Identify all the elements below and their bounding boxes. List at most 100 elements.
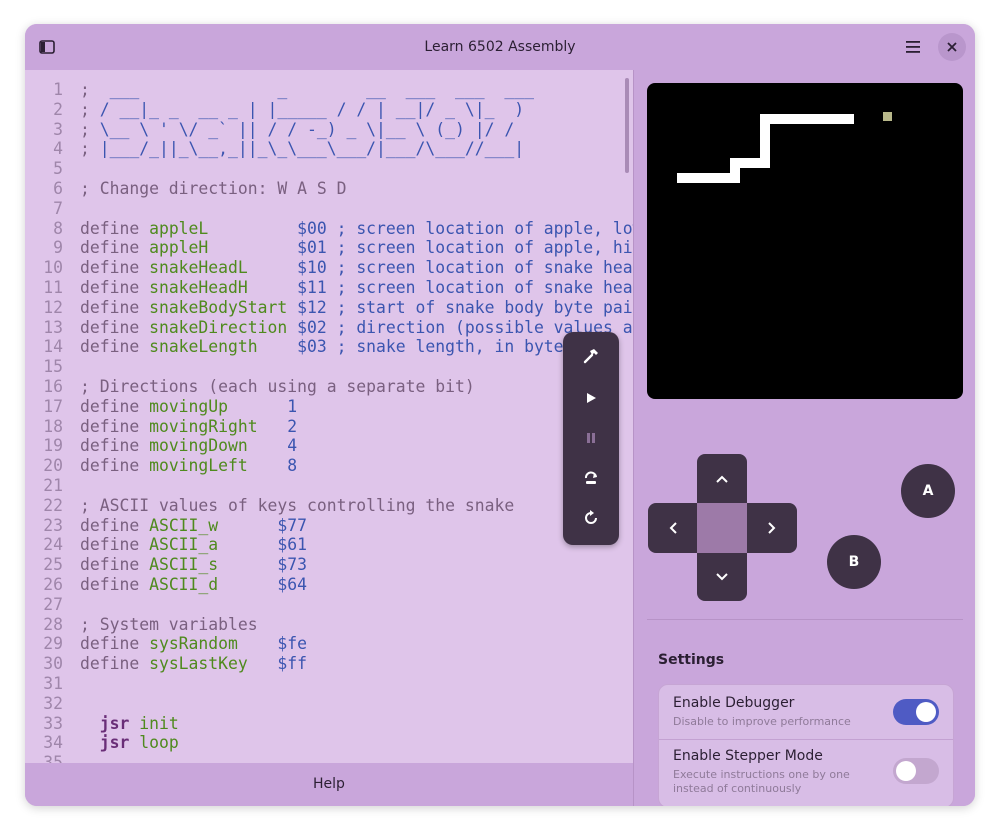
code-token: ASCII_d bbox=[149, 575, 278, 594]
dpad-down-button[interactable] bbox=[697, 553, 747, 601]
chevron-left-icon bbox=[669, 522, 677, 534]
code-token: $01 ; screen location of apple, high byt… bbox=[297, 238, 633, 258]
line-number: 6 bbox=[53, 179, 63, 198]
line-number: 14 bbox=[43, 337, 63, 357]
code-editor[interactable]: 1; ___ _ __ ___ ___ ___ 2 ; / __|_ _ __ _ … bbox=[25, 70, 633, 763]
b-button[interactable]: B bbox=[827, 535, 881, 589]
dpad-right-button[interactable] bbox=[747, 503, 797, 553]
code-text: define ASCII_d $64 bbox=[80, 575, 307, 595]
code-text: define snakeHeadL $10 ; screen location … bbox=[80, 258, 633, 278]
code-token: ; bbox=[80, 119, 100, 139]
code-token: appleL bbox=[149, 218, 298, 238]
dpad-center bbox=[697, 503, 747, 553]
editor-scrollbar[interactable] bbox=[625, 78, 629, 173]
pause-icon bbox=[587, 433, 595, 443]
code-token: define bbox=[80, 278, 150, 297]
line-number: 7 bbox=[53, 198, 63, 218]
code-token: jsr bbox=[80, 733, 140, 753]
code-token: $10 ; screen location of snake head, low… bbox=[297, 258, 633, 278]
assemble-button[interactable] bbox=[563, 338, 619, 374]
code-token: ___ _ __ ___ ___ ___ bbox=[99, 80, 534, 99]
step-button[interactable] bbox=[563, 460, 619, 496]
main-menu-button[interactable] bbox=[899, 33, 927, 61]
code-text: define ASCII_a $61 bbox=[80, 535, 307, 555]
settings-card: Enable Debugger Disable to improve perfo… bbox=[658, 684, 954, 806]
debugger-toggle[interactable] bbox=[893, 699, 939, 725]
code-token: |___/_||_\__,_||_\_\___\___/|___/\___//_… bbox=[99, 139, 525, 159]
code-token: ; bbox=[80, 139, 100, 159]
line-number: 13 bbox=[43, 317, 63, 337]
chevron-right-icon bbox=[768, 522, 776, 534]
close-button[interactable] bbox=[938, 33, 966, 61]
code-token: sysLastKey bbox=[149, 654, 278, 674]
code-text: jsr loop bbox=[80, 733, 179, 753]
code-token: $fe bbox=[277, 634, 307, 654]
code-token: define bbox=[80, 238, 150, 258]
code-token: define bbox=[80, 456, 150, 476]
code-token: jsr bbox=[80, 713, 140, 733]
code-text: ; / __|_ _ __ _ | |_____ / / | __|/ _ \|… bbox=[80, 100, 524, 120]
a-button[interactable]: A bbox=[901, 464, 955, 518]
code-token: appleH bbox=[149, 238, 298, 258]
help-button[interactable]: Help bbox=[25, 763, 633, 806]
code-text: define snakeDirection $02 ; direction (p… bbox=[80, 318, 633, 338]
code-token: ASCII_a bbox=[149, 535, 278, 555]
code-token: $03 ; snake length, in bytes bbox=[297, 337, 574, 357]
code-token: loop bbox=[139, 733, 179, 753]
code-token: \__ \ ' \/ _` || / / -_) _ \|__ \ (_) |/… bbox=[99, 119, 515, 139]
code-text: define ASCII_w $77 bbox=[80, 516, 307, 536]
emulator-toolbar bbox=[563, 332, 619, 545]
code-text: define snakeLength $03 ; snake length, i… bbox=[80, 337, 573, 357]
line-number: 35 bbox=[43, 753, 63, 763]
step-over-icon bbox=[585, 471, 597, 484]
dpad-up-button[interactable] bbox=[697, 454, 747, 504]
code-token: ; System variables bbox=[80, 614, 258, 634]
line-number: 5 bbox=[53, 159, 63, 179]
line-number: 1 bbox=[53, 80, 63, 99]
code-token: $11 ; screen location of snake head, hig… bbox=[297, 278, 633, 297]
code-token: define bbox=[80, 416, 150, 436]
line-number: 10 bbox=[43, 258, 63, 278]
code-text: ; System variables bbox=[80, 615, 258, 635]
code-token: ; Change direction: W A S D bbox=[80, 179, 347, 198]
stepper-toggle[interactable] bbox=[893, 758, 939, 784]
code-token: $73 bbox=[277, 555, 307, 575]
code-text: ; |___/_||_\__,_||_\_\___\___/|___/\___/… bbox=[80, 139, 524, 159]
line-number: 32 bbox=[43, 693, 63, 713]
dpad-left-button[interactable] bbox=[648, 503, 698, 553]
line-number: 20 bbox=[43, 456, 63, 476]
code-token: $00 ; screen location of apple, low byte bbox=[297, 218, 633, 238]
code-token: 2 bbox=[287, 416, 298, 436]
code-token: ; bbox=[80, 99, 100, 119]
stepper-title: Enable Stepper Mode bbox=[673, 748, 823, 764]
code-text: define sysRandom $fe bbox=[80, 634, 307, 654]
code-token: define bbox=[80, 218, 150, 238]
pause-button[interactable] bbox=[563, 420, 619, 456]
code-token: $61 bbox=[277, 535, 307, 555]
line-number: 27 bbox=[43, 594, 63, 614]
code-token: init bbox=[139, 713, 179, 733]
toggle-knob bbox=[916, 702, 936, 722]
reset-button[interactable] bbox=[563, 500, 619, 536]
row-divider bbox=[659, 739, 953, 740]
code-token: define bbox=[80, 396, 150, 416]
line-number: 23 bbox=[43, 515, 63, 535]
code-text: define appleL $00 ; screen location of a… bbox=[80, 219, 633, 239]
line-number: 18 bbox=[43, 416, 63, 436]
line-number: 12 bbox=[43, 297, 63, 317]
code-text: define ASCII_s $73 bbox=[80, 555, 307, 575]
code-token: 1 bbox=[287, 396, 298, 416]
code-token: snakeDirection bbox=[149, 317, 298, 337]
line-number: 9 bbox=[53, 238, 63, 258]
line-number: 16 bbox=[43, 377, 63, 396]
hamburger-menu-icon bbox=[906, 41, 920, 53]
toggle-knob bbox=[896, 761, 916, 781]
close-icon bbox=[947, 42, 957, 52]
code-token: 4 bbox=[287, 436, 298, 456]
code-token: ; Directions (each using a separate bit) bbox=[80, 377, 475, 396]
code-text: jsr init bbox=[80, 714, 179, 734]
snake-display bbox=[677, 112, 892, 183]
debugger-subtitle: Disable to improve performance bbox=[673, 715, 851, 728]
run-button[interactable] bbox=[563, 380, 619, 416]
apple bbox=[883, 112, 892, 121]
